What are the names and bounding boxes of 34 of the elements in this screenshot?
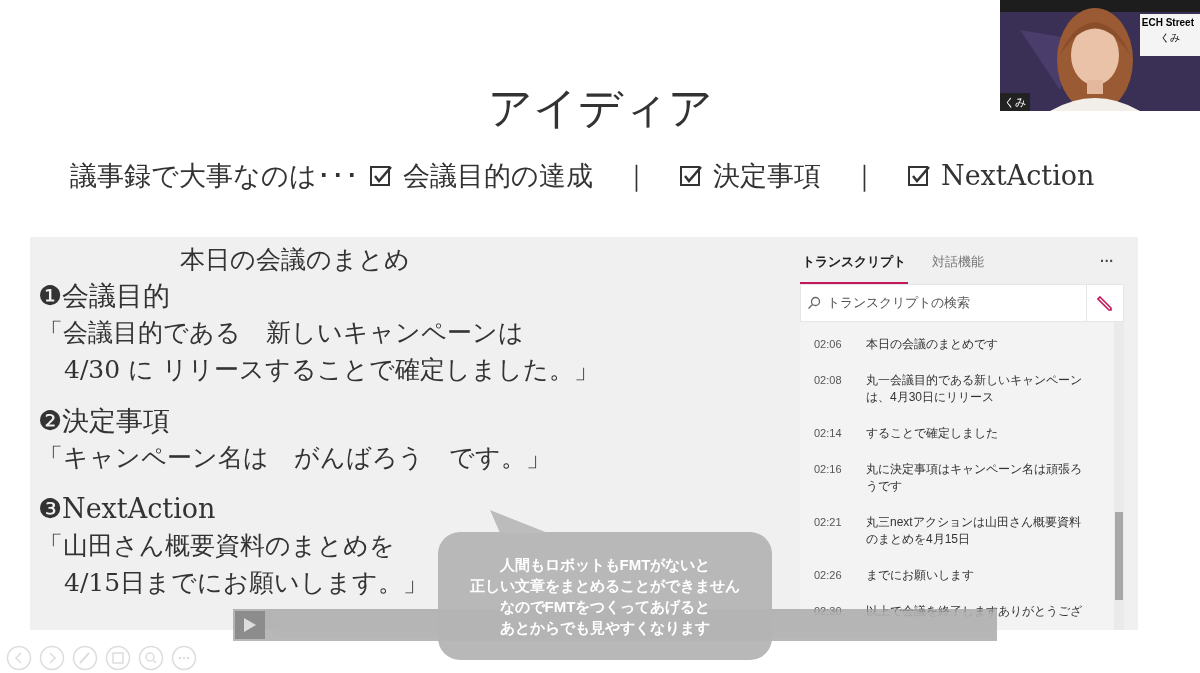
entry-time: 02:14 [814, 425, 843, 441]
summary-line: 4/30 に リリースすることで確定しました。」 [63, 353, 600, 386]
summary-line: 「山田さん概要資料のまとめを [38, 529, 395, 562]
check-label: 会議目的の達成 [403, 159, 593, 193]
caption-line: 人間もロボットもFMTがないと [499, 555, 711, 575]
section-title: ❸NextAction [38, 491, 216, 526]
entry-time: 02:08 [814, 372, 843, 388]
summary-heading: 本日の会議のまとめ [180, 243, 410, 276]
entry-text: 丸一会議目的である新しいキャンペーンは、4月30日にリリース [866, 371, 1083, 406]
subname-text: くみ [1160, 33, 1180, 43]
entry-time: 02:26 [814, 567, 843, 583]
slide-title: アイディア [487, 81, 713, 135]
caption-line: 正しい文章をまとめることができません [470, 576, 740, 596]
separator: ｜ [623, 159, 649, 194]
subtitle-lead: 議事録で大事なのは･･･ [70, 159, 359, 193]
section-title: ❷決定事項 [38, 403, 170, 438]
summary-line: 4/15日までにお願いします。」 [63, 566, 429, 599]
caption-line: あとからでも見やすくなります [500, 618, 710, 638]
entry-text: までにお願いします [866, 566, 975, 584]
summary-line: 「会議目的である 新しいキャンペーンは [38, 316, 524, 349]
section-title: ❶会議目的 [38, 278, 170, 313]
check-label: NextAction [941, 159, 1095, 193]
entry-text: することで確定しました [866, 424, 999, 442]
caption-line: なのでFMTをつくってあげると [499, 597, 711, 617]
entry-text: 丸に決定事項はキャンペーン名は頑張ろうです [866, 460, 1083, 495]
entry-time: 02:21 [814, 514, 843, 530]
entry-time: 02:16 [814, 461, 843, 477]
entry-text: 本日の会議のまとめです [866, 335, 999, 353]
entry-time: 02:06 [814, 336, 843, 352]
separator: ｜ [851, 159, 877, 194]
entry-text: 丸三nextアクションは山田さん概要資料のまとめを4月15日 [866, 513, 1082, 548]
check-label: 決定事項 [713, 159, 821, 193]
summary-line: 「キャンペーン名は がんばろう です。」 [38, 441, 551, 474]
banner-text: ECH Street [1141, 18, 1194, 28]
